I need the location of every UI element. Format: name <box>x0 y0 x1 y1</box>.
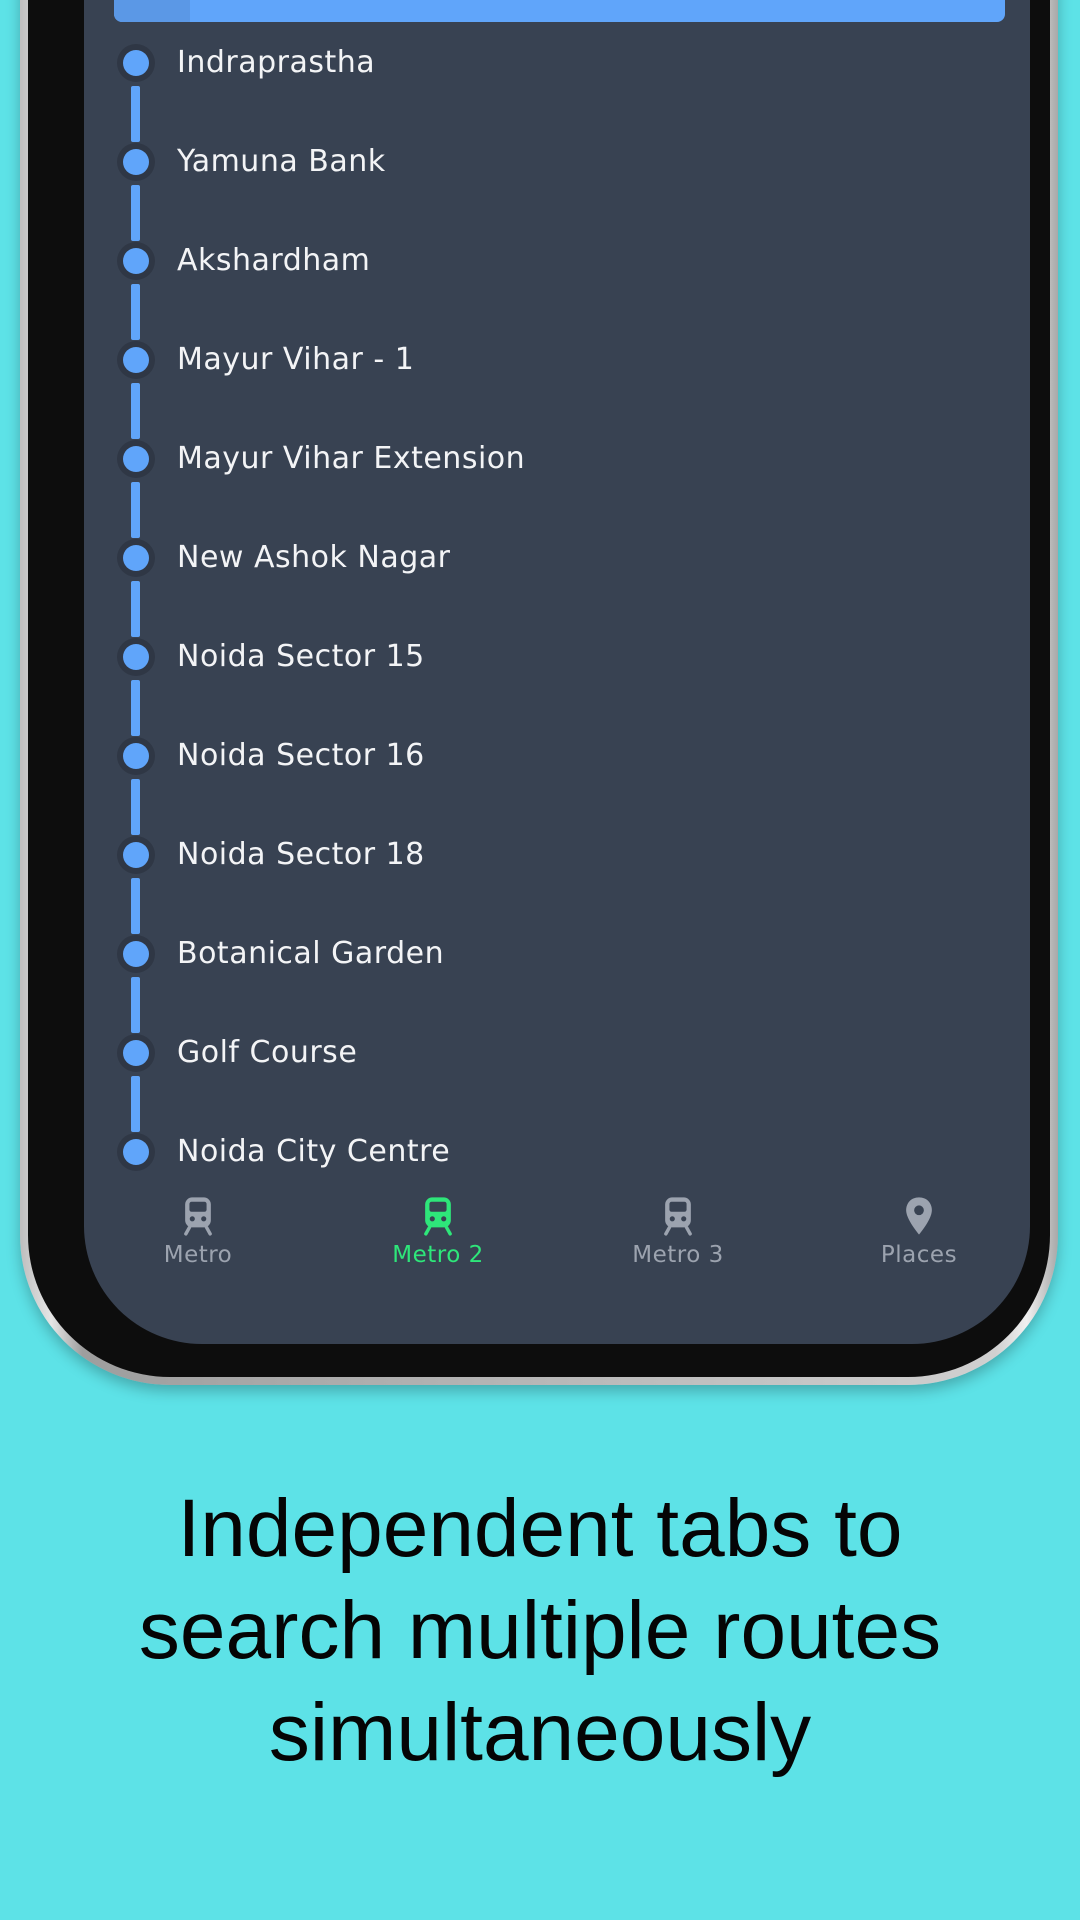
station-name[interactable]: New Ashok Nagar <box>177 538 451 578</box>
station-marker <box>117 341 155 379</box>
station-marker <box>117 44 155 82</box>
caption-line: Independent tabs to <box>177 1483 903 1574</box>
route-line-segment <box>131 86 140 142</box>
tab-metro-3[interactable]: Metro 3 <box>598 1190 758 1290</box>
route-line-segment <box>131 185 140 241</box>
phone-frame: Indraprastha Yamuna Bank Akshardham Mayu… <box>20 0 1058 1385</box>
route-line-segment <box>131 284 140 340</box>
station-name[interactable]: Indraprastha <box>177 43 375 83</box>
tab-label: Places <box>880 1242 958 1268</box>
station-marker <box>117 737 155 775</box>
tab-label: Metro <box>163 1242 233 1268</box>
tab-metro[interactable]: Metro <box>118 1190 278 1290</box>
train-icon <box>664 1197 692 1236</box>
station-list: Indraprastha Yamuna Bank Akshardham Mayu… <box>84 0 1030 1344</box>
route-line-segment <box>131 779 140 835</box>
train-icon <box>424 1197 452 1236</box>
tab-label: Metro 3 <box>632 1242 724 1268</box>
station-name[interactable]: Noida Sector 16 <box>177 736 425 776</box>
station-name[interactable]: Noida City Centre <box>177 1132 450 1172</box>
route-line-segment <box>131 977 140 1033</box>
route-line-segment <box>131 581 140 637</box>
station-marker <box>117 935 155 973</box>
route-line-segment <box>131 482 140 538</box>
app-screen: Indraprastha Yamuna Bank Akshardham Mayu… <box>84 0 1030 1344</box>
route-line-segment <box>131 383 140 439</box>
station-marker <box>117 539 155 577</box>
station-marker <box>117 440 155 478</box>
station-marker <box>117 1133 155 1171</box>
location-pin-icon <box>906 1197 932 1235</box>
station-name[interactable]: Yamuna Bank <box>177 142 386 182</box>
station-name[interactable]: Mayur Vihar - 1 <box>177 340 414 380</box>
bottom-navigation: Metro Metro 2 Metro 3 Places <box>84 1190 1030 1300</box>
station-marker <box>117 143 155 181</box>
station-name[interactable]: Botanical Garden <box>177 934 444 974</box>
caption-line: search multiple routes <box>138 1585 942 1676</box>
tab-label: Metro 2 <box>392 1242 484 1268</box>
train-icon <box>184 1197 212 1236</box>
station-marker <box>117 242 155 280</box>
station-marker <box>117 1034 155 1072</box>
route-line-segment <box>131 680 140 736</box>
promo-caption: Independent tabs to search multiple rout… <box>0 1478 1080 1784</box>
caption-line: simultaneously <box>268 1687 812 1778</box>
station-marker <box>117 638 155 676</box>
station-name[interactable]: Golf Course <box>177 1033 357 1073</box>
station-name[interactable]: Akshardham <box>177 241 370 281</box>
station-name[interactable]: Noida Sector 18 <box>177 835 425 875</box>
tab-metro-2[interactable]: Metro 2 <box>358 1190 518 1290</box>
station-name[interactable]: Noida Sector 15 <box>177 637 425 677</box>
route-line-segment <box>131 1076 140 1132</box>
route-line-segment <box>131 878 140 934</box>
station-marker <box>117 836 155 874</box>
station-name[interactable]: Mayur Vihar Extension <box>177 439 525 479</box>
tab-places[interactable]: Places <box>839 1190 999 1290</box>
